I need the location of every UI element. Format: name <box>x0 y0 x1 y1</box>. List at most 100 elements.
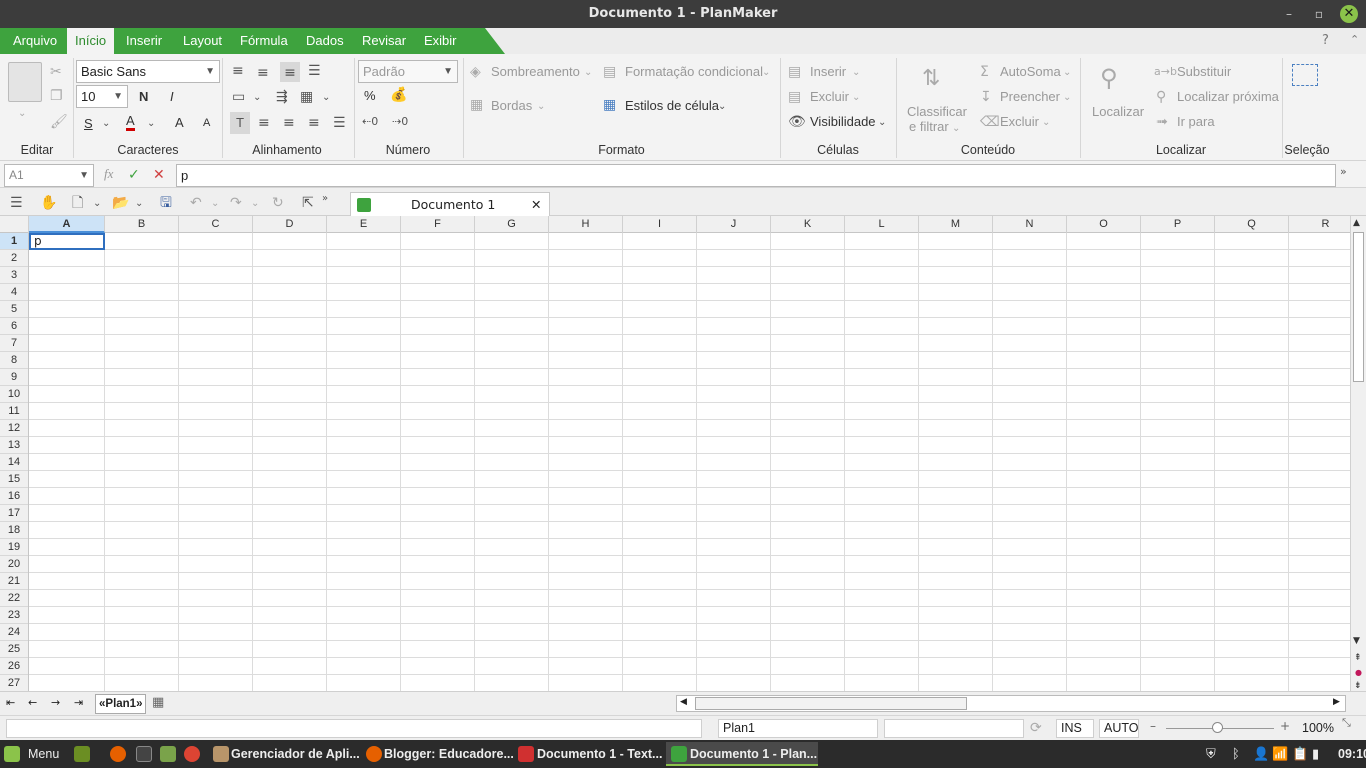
cell-reference-box[interactable]: A1 ▼ <box>4 164 94 187</box>
decrease-decimals-icon[interactable]: ⇢0 <box>392 114 408 130</box>
page-down-icon[interactable]: ⇟ <box>1354 681 1362 691</box>
selection-icon[interactable] <box>1292 64 1318 86</box>
column-header-q[interactable]: Q <box>1215 216 1289 233</box>
taskbar-planmaker[interactable]: Documento 1 - Plan... <box>666 742 818 766</box>
new-document-icon[interactable]: 🗋 <box>72 195 83 211</box>
goto-icon[interactable]: ➟ <box>1156 114 1168 130</box>
network-icon[interactable]: 📶 <box>1272 746 1288 762</box>
battery-icon[interactable]: ▮ <box>1312 746 1319 762</box>
align-bottom-icon[interactable]: ≡ <box>280 62 300 82</box>
chevron-down-icon[interactable]: ⌄ <box>251 196 259 212</box>
replace-button[interactable]: Substituir <box>1177 64 1231 79</box>
taskbar-blogger[interactable]: Blogger: Educadore... <box>384 742 514 766</box>
more-tools-icon[interactable]: » <box>322 191 328 207</box>
restore-button[interactable]: ▫ <box>1310 5 1328 23</box>
row-header-5[interactable]: 5 <box>0 301 28 318</box>
hamburger-menu-icon[interactable]: ☰ <box>10 195 23 211</box>
column-header-p[interactable]: P <box>1141 216 1215 233</box>
prev-sheet-icon[interactable]: ← <box>28 696 37 709</box>
sort-filter-label-2[interactable]: e filtrar <box>909 119 949 134</box>
scroll-right-icon[interactable]: ▶ <box>1333 697 1340 707</box>
cut-icon[interactable]: ✂ <box>50 64 62 80</box>
conditional-format-button[interactable]: Formatação condicional <box>625 64 763 79</box>
taskbar-textmaker[interactable]: Documento 1 - Text... <box>537 742 662 766</box>
column-header-n[interactable]: N <box>993 216 1067 233</box>
row-header-25[interactable]: 25 <box>0 641 28 658</box>
shield-icon[interactable]: ⛨ <box>1206 746 1216 762</box>
last-sheet-icon[interactable]: ⇥ <box>74 696 83 709</box>
italic-button[interactable]: I <box>170 89 174 104</box>
align-left-icon[interactable]: ≡ <box>258 115 270 131</box>
shrink-font-button[interactable]: A <box>203 117 210 129</box>
column-header-g[interactable]: G <box>475 216 549 233</box>
chevron-down-icon[interactable]: ⌄ <box>147 116 155 132</box>
document-tab[interactable]: Documento 1 ✕ <box>350 192 550 216</box>
row-header-3[interactable]: 3 <box>0 267 28 284</box>
insert-mode[interactable]: INS <box>1056 719 1094 738</box>
delete-cells-button[interactable]: Excluir <box>810 89 849 104</box>
fill-button[interactable]: Preencher <box>1000 89 1060 104</box>
terminal-icon[interactable] <box>136 746 152 762</box>
find-button[interactable]: Localizar <box>1092 104 1144 119</box>
row-header-14[interactable]: 14 <box>0 454 28 471</box>
visibility-icon[interactable]: 👁 <box>788 114 806 130</box>
chevron-down-icon[interactable]: ⌄ <box>1063 65 1071 81</box>
chevron-down-icon[interactable]: ⌄ <box>253 90 261 106</box>
chevron-down-icon[interactable]: ⌄ <box>102 116 110 132</box>
autosum-button[interactable]: AutoSoma <box>1000 64 1061 79</box>
open-folder-icon[interactable]: 📂 <box>112 195 129 211</box>
percent-button[interactable]: % <box>364 88 376 103</box>
menu-arquivo[interactable]: Arquivo <box>13 28 57 54</box>
add-sheet-icon[interactable]: ▦ <box>152 695 164 710</box>
close-tab-icon[interactable]: ✕ <box>531 193 541 217</box>
column-header-h[interactable]: H <box>549 216 623 233</box>
expand-icon[interactable]: » <box>1340 164 1347 180</box>
row-header-22[interactable]: 22 <box>0 590 28 607</box>
row-header-26[interactable]: 26 <box>0 658 28 675</box>
chevron-down-icon[interactable]: ⌄ <box>852 65 860 81</box>
undo-icon[interactable]: ↶ <box>190 195 202 211</box>
column-header-e[interactable]: E <box>327 216 401 233</box>
chevron-down-icon[interactable]: ⌄ <box>1063 90 1071 106</box>
column-header-d[interactable]: D <box>253 216 327 233</box>
menu-inicio[interactable]: Início <box>67 28 115 54</box>
scroll-up-icon[interactable]: ▲ <box>1353 218 1360 228</box>
currency-icon[interactable]: 💰 <box>390 87 407 103</box>
borders-icon[interactable]: ▭ <box>232 89 245 105</box>
help-button[interactable]: ? <box>1322 33 1329 48</box>
cell-styles-icon[interactable]: ▦ <box>603 97 616 113</box>
row-header-27[interactable]: 27 <box>0 675 28 691</box>
menu-inserir[interactable]: Inserir <box>126 28 162 54</box>
chevron-down-icon[interactable]: ⌄ <box>93 196 101 212</box>
row-header-2[interactable]: 2 <box>0 250 28 267</box>
row-header-9[interactable]: 9 <box>0 369 28 386</box>
minimize-button[interactable]: – <box>1280 5 1298 23</box>
row-header-19[interactable]: 19 <box>0 539 28 556</box>
check-icon[interactable]: ✓ <box>128 167 140 183</box>
horizontal-scrollbar[interactable]: ◀ ▶ <box>676 695 1346 712</box>
taskbar-app-manager[interactable]: Gerenciador de Apli... <box>231 742 360 766</box>
copy-icon[interactable]: ❐ <box>50 88 63 104</box>
chevron-down-icon[interactable]: ⌄ <box>584 65 592 81</box>
goto-button[interactable]: Ir para <box>1177 114 1215 129</box>
row-header-24[interactable]: 24 <box>0 624 28 641</box>
mint-menu-icon[interactable] <box>4 746 20 762</box>
firefox-icon[interactable] <box>110 746 126 762</box>
row-header-6[interactable]: 6 <box>0 318 28 335</box>
repeat-icon[interactable]: ↻ <box>272 195 284 211</box>
user-icon[interactable]: 👤 <box>1253 746 1269 762</box>
files-icon[interactable] <box>160 746 176 762</box>
font-size-select[interactable]: 10 ▼ <box>76 85 128 108</box>
column-header-m[interactable]: M <box>919 216 993 233</box>
sort-filter-label-1[interactable]: Classificar <box>907 104 967 119</box>
redo-icon[interactable]: ↷ <box>230 195 242 211</box>
row-header-8[interactable]: 8 <box>0 352 28 369</box>
sort-filter-icon[interactable]: ⇅ <box>922 66 940 92</box>
column-header-o[interactable]: O <box>1067 216 1141 233</box>
column-header-b[interactable]: B <box>105 216 179 233</box>
chevron-down-icon[interactable]: ⌄ <box>718 99 726 115</box>
zoom-level[interactable]: 100% <box>1302 721 1334 735</box>
recalculate-icon[interactable]: ⟳ <box>1030 720 1042 736</box>
row-header-10[interactable]: 10 <box>0 386 28 403</box>
justify-vertical-icon[interactable]: ☰ <box>308 63 321 79</box>
